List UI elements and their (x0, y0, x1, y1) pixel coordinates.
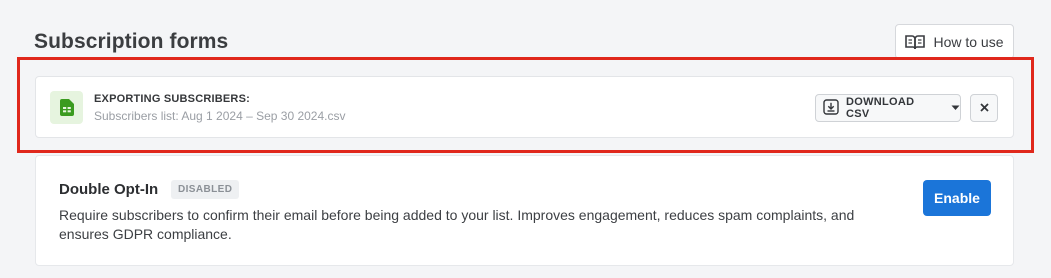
double-opt-in-description: Require subscribers to confirm their ema… (59, 207, 855, 242)
highlight-annotation (17, 57, 1034, 153)
page-title: Subscription forms (34, 30, 229, 53)
status-badge: DISABLED (171, 180, 240, 199)
double-opt-in-title: Double Opt-In (59, 181, 159, 198)
how-to-use-button[interactable]: How to use (895, 24, 1014, 59)
book-open-icon (905, 34, 926, 50)
how-to-use-label: How to use (933, 33, 1004, 50)
double-opt-in-card: Double Opt-In DISABLED Require subscribe… (35, 155, 1014, 266)
enable-button[interactable]: Enable (923, 180, 991, 216)
